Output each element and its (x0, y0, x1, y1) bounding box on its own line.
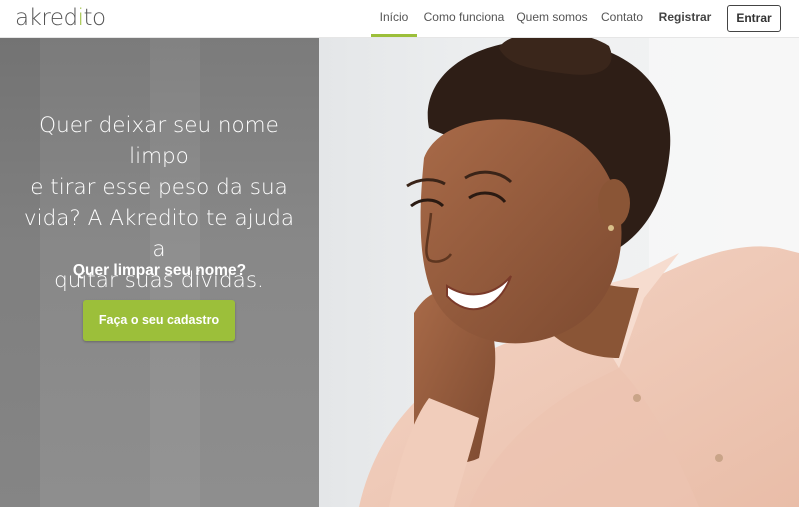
hero-subheadline: Quer limpar seu nome? (72, 262, 247, 279)
nav-link-registrar[interactable]: Registrar (656, 0, 714, 34)
top-navbar: akredito Início Como funciona Quem somos… (0, 0, 799, 38)
woman-smiling-illustration (359, 38, 799, 507)
headline-line: Quer deixar seu nome limpo (39, 113, 279, 169)
hero-text-panel: Quer deixar seu nome limpo e tirar esse … (0, 38, 319, 507)
nav-link-quem-somos[interactable]: Quem somos (515, 0, 589, 34)
headline-line: e tirar esse peso da sua (30, 175, 288, 200)
nav-link-contato[interactable]: Contato (598, 0, 646, 34)
hero-section: Quer deixar seu nome limpo e tirar esse … (0, 38, 799, 507)
signup-cta-button[interactable]: Faça o seu cadastro (83, 300, 235, 341)
nav-link-como-funciona[interactable]: Como funciona (423, 0, 505, 34)
logo-text-prefix: akred (15, 5, 78, 31)
hero-woman-photo (319, 38, 799, 507)
nav-link-inicio[interactable]: Início (371, 0, 417, 37)
akredito-logo[interactable]: akredito (15, 4, 106, 32)
logo-text-suffix: to (83, 5, 107, 31)
headline-line: vida? A Akredito te ajuda a (23, 206, 295, 262)
login-button[interactable]: Entrar (727, 5, 781, 32)
